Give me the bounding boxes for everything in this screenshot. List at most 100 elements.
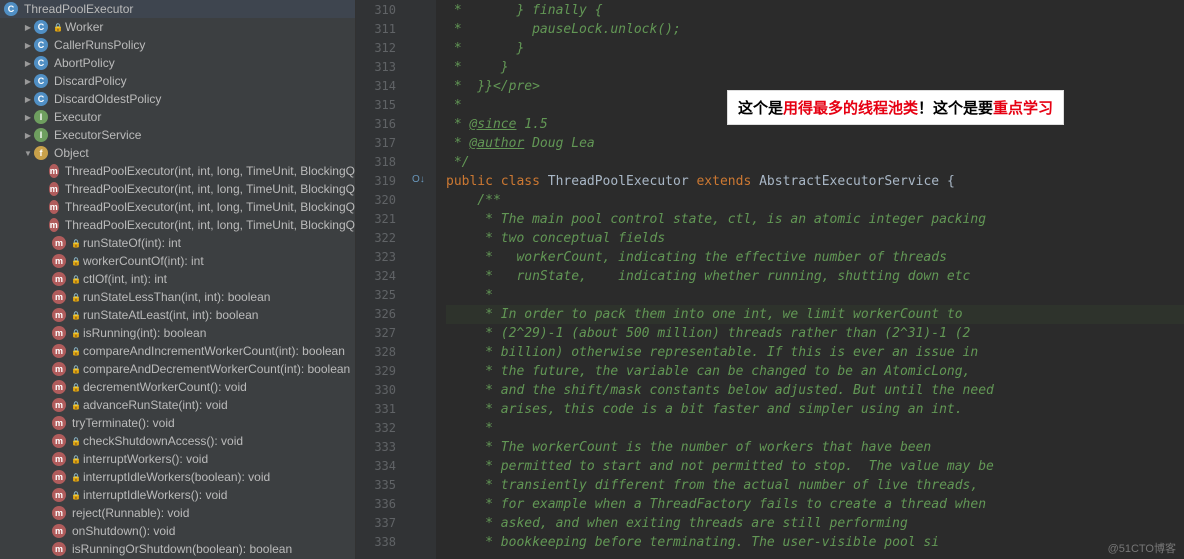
tree-item[interactable]: ▶CDiscardOldestPolicy bbox=[0, 90, 355, 108]
tree-item[interactable]: mThreadPoolExecutor(int, int, long, Time… bbox=[0, 198, 355, 216]
method-icon: m bbox=[52, 290, 66, 304]
method-icon: m bbox=[49, 218, 59, 232]
tree-item[interactable]: mThreadPoolExecutor(int, int, long, Time… bbox=[0, 162, 355, 180]
code-line: * the future, the variable can be change… bbox=[446, 362, 1184, 381]
code-line: * permitted to start and not permitted t… bbox=[446, 457, 1184, 476]
tree-item-label: runStateAtLeast(int, int): boolean bbox=[83, 308, 258, 322]
line-number: 336 bbox=[356, 495, 396, 514]
tree-item[interactable]: m🔒interruptWorkers(): void bbox=[0, 450, 355, 468]
line-number: 325 bbox=[356, 286, 396, 305]
lock-icon: 🔒 bbox=[53, 23, 63, 32]
tree-item[interactable]: mThreadPoolExecutor(int, int, long, Time… bbox=[0, 180, 355, 198]
code-line: * transiently different from the actual … bbox=[446, 476, 1184, 495]
code-editor[interactable]: 3103113123133143153163173183193203213223… bbox=[356, 0, 1184, 559]
tree-item[interactable]: m🔒checkShutdownAccess(): void bbox=[0, 432, 355, 450]
tree-root[interactable]: C ThreadPoolExecutor bbox=[0, 0, 355, 18]
method-icon: m bbox=[52, 362, 66, 376]
line-number: 311 bbox=[356, 20, 396, 39]
code-line: * The main pool control state, ctl, is a… bbox=[446, 210, 1184, 229]
class-icon: C bbox=[34, 56, 48, 70]
override-marker-icon[interactable]: O↓ bbox=[412, 174, 425, 185]
tree-item-label: runStateLessThan(int, int): boolean bbox=[83, 290, 270, 304]
tree-item[interactable]: m🔒ctlOf(int, int): int bbox=[0, 270, 355, 288]
tree-item[interactable]: mreject(Runnable): void bbox=[0, 504, 355, 522]
code-line: * (2^29)-1 (about 500 million) threads r… bbox=[446, 324, 1184, 343]
tree-item-label: interruptIdleWorkers(): void bbox=[83, 488, 228, 502]
tree-item[interactable]: m🔒advanceRunState(int): void bbox=[0, 396, 355, 414]
code-area[interactable]: * } finally { * pauseLock.unlock(); * } … bbox=[436, 0, 1184, 559]
code-line: * arises, this code is a bit faster and … bbox=[446, 400, 1184, 419]
expand-arrow-icon[interactable]: ▶ bbox=[22, 41, 34, 50]
code-line: * two conceptual fields bbox=[446, 229, 1184, 248]
method-icon: m bbox=[52, 326, 66, 340]
tree-item-label: Worker bbox=[65, 20, 103, 34]
lock-icon: 🔒 bbox=[71, 455, 81, 464]
expand-arrow-icon[interactable]: ▶ bbox=[22, 77, 34, 86]
tree-item-label: Object bbox=[54, 146, 89, 160]
lock-icon: 🔒 bbox=[71, 491, 81, 500]
tree-item[interactable]: ▶IExecutor bbox=[0, 108, 355, 126]
tree-item[interactable]: ▶IExecutorService bbox=[0, 126, 355, 144]
tree-item[interactable]: misRunningOrShutdown(boolean): boolean bbox=[0, 540, 355, 558]
code-line: * The workerCount is the number of worke… bbox=[446, 438, 1184, 457]
interface-icon: I bbox=[34, 110, 48, 124]
tree-item-label: onShutdown(): void bbox=[72, 524, 175, 538]
tree-item[interactable]: ▶C🔒Worker bbox=[0, 18, 355, 36]
method-icon: m bbox=[52, 308, 66, 322]
method-icon: m bbox=[52, 506, 66, 520]
structure-panel[interactable]: C ThreadPoolExecutor ▶C🔒Worker▶CCallerRu… bbox=[0, 0, 356, 559]
tree-item[interactable]: m🔒compareAndDecrementWorkerCount(int): b… bbox=[0, 360, 355, 378]
expand-arrow-icon[interactable]: ▶ bbox=[22, 131, 34, 140]
expand-arrow-icon[interactable]: ▶ bbox=[22, 95, 34, 104]
line-number: 335 bbox=[356, 476, 396, 495]
method-icon: m bbox=[52, 416, 66, 430]
tree-item[interactable]: mtryTerminate(): void bbox=[0, 414, 355, 432]
method-icon: m bbox=[52, 434, 66, 448]
tree-item[interactable]: ▼fObject bbox=[0, 144, 355, 162]
tree-item[interactable]: m🔒interruptIdleWorkers(): void bbox=[0, 486, 355, 504]
line-number: 318 bbox=[356, 153, 396, 172]
code-line: * bookkeeping before terminating. The us… bbox=[446, 533, 1184, 552]
lock-icon: 🔒 bbox=[71, 347, 81, 356]
method-icon: m bbox=[52, 236, 66, 250]
tree-item[interactable]: m🔒runStateOf(int): int bbox=[0, 234, 355, 252]
line-number: 324 bbox=[356, 267, 396, 286]
tree-item[interactable]: m🔒runStateAtLeast(int, int): boolean bbox=[0, 306, 355, 324]
class-icon: C bbox=[34, 92, 48, 106]
tree-item-label: ThreadPoolExecutor(int, int, long, TimeU… bbox=[65, 218, 355, 232]
tree-item-label: advanceRunState(int): void bbox=[83, 398, 228, 412]
tree-item[interactable]: m🔒runStateLessThan(int, int): boolean bbox=[0, 288, 355, 306]
line-number: 334 bbox=[356, 457, 396, 476]
tree-item[interactable]: ▶CCallerRunsPolicy bbox=[0, 36, 355, 54]
line-number: 321 bbox=[356, 210, 396, 229]
expand-arrow-icon[interactable]: ▶ bbox=[22, 113, 34, 122]
line-number: 320 bbox=[356, 191, 396, 210]
code-line: * } bbox=[446, 39, 1184, 58]
tree-item[interactable]: m ThreadPoolExecutor(int, int, long, Time… bbox=[0, 216, 355, 234]
tree-item-label: DiscardPolicy bbox=[54, 74, 127, 88]
expand-arrow-icon[interactable]: ▶ bbox=[22, 23, 34, 32]
class-icon: C bbox=[4, 2, 18, 16]
method-icon: m bbox=[49, 164, 59, 178]
tree-item[interactable]: m🔒compareAndIncrementWorkerCount(int): b… bbox=[0, 342, 355, 360]
lock-icon: 🔒 bbox=[71, 365, 81, 374]
tree-item[interactable]: m🔒decrementWorkerCount(): void bbox=[0, 378, 355, 396]
tree-item[interactable]: m🔒isRunning(int): boolean bbox=[0, 324, 355, 342]
tree-item[interactable]: m🔒interruptIdleWorkers(boolean): void bbox=[0, 468, 355, 486]
tree-item[interactable]: ▶CAbortPolicy bbox=[0, 54, 355, 72]
lock-icon: 🔒 bbox=[71, 275, 81, 284]
line-number: 337 bbox=[356, 514, 396, 533]
expand-arrow-icon[interactable]: ▶ bbox=[22, 59, 34, 68]
code-line: /** bbox=[446, 191, 1184, 210]
expand-arrow-icon[interactable]: ▼ bbox=[22, 149, 34, 158]
method-icon: m bbox=[52, 470, 66, 484]
tree-item[interactable]: monShutdown(): void bbox=[0, 522, 355, 540]
gutter-markers: O↓ bbox=[406, 0, 436, 559]
lock-icon: 🔒 bbox=[71, 257, 81, 266]
annotation-callout: 这个是用得最多的线程池类！这个是要重点学习 bbox=[727, 90, 1064, 125]
tree-item-label: interruptIdleWorkers(boolean): void bbox=[83, 470, 270, 484]
tree-item[interactable]: ▶CDiscardPolicy bbox=[0, 72, 355, 90]
method-icon: m bbox=[49, 182, 59, 196]
tree-item[interactable]: m🔒workerCountOf(int): int bbox=[0, 252, 355, 270]
line-number: 338 bbox=[356, 533, 396, 552]
